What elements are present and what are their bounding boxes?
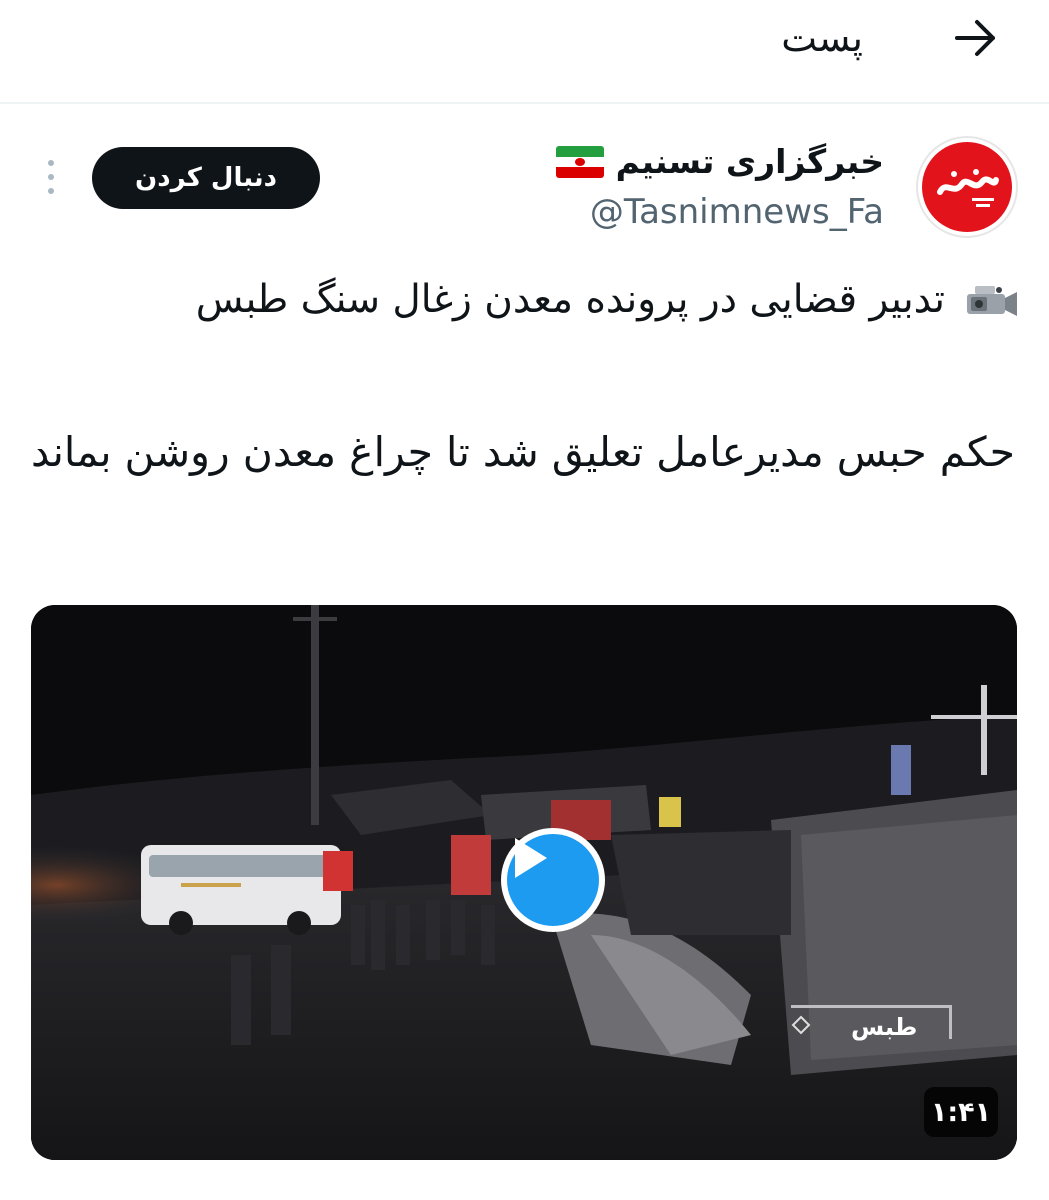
video-duration: ۱:۴۱ bbox=[924, 1087, 998, 1137]
arrow-right-icon bbox=[955, 20, 995, 56]
page-title: پست bbox=[781, 16, 863, 60]
post-screen: پست خبرگزاری تسنیم @Tasnimnews_Fa دنبال … bbox=[0, 0, 1049, 1200]
video-player[interactable]: طبس ۱:۴۱ bbox=[31, 605, 1017, 1160]
avatar[interactable] bbox=[916, 136, 1018, 238]
back-button[interactable] bbox=[948, 10, 1004, 66]
play-icon bbox=[515, 838, 547, 878]
more-vertical-icon bbox=[48, 160, 54, 166]
play-button[interactable] bbox=[501, 828, 605, 932]
tweet-body-text: حکم حبس مدیرعامل تعلیق شد تا چراغ معدن ر… bbox=[30, 428, 1015, 476]
more-options-button[interactable] bbox=[36, 150, 66, 204]
user-handle[interactable]: @Tasnimnews_Fa bbox=[590, 190, 884, 234]
tweet-headline: تدبیر قضایی در پرونده معدن زغال سنگ طبس bbox=[29, 268, 1019, 332]
tasnim-logo bbox=[922, 142, 1012, 232]
follow-button[interactable]: دنبال کردن bbox=[92, 147, 320, 209]
video-camera-icon bbox=[967, 286, 1017, 316]
tweet-headline-text: تدبیر قضایی در پرونده معدن زغال سنگ طبس bbox=[195, 277, 945, 322]
top-bar: پست bbox=[0, 0, 1049, 104]
display-name-text: خبرگزاری تسنیم bbox=[615, 142, 884, 181]
iran-flag-icon bbox=[555, 146, 604, 178]
location-caption: طبس bbox=[851, 1013, 918, 1041]
display-name[interactable]: خبرگزاری تسنیم bbox=[555, 140, 884, 184]
